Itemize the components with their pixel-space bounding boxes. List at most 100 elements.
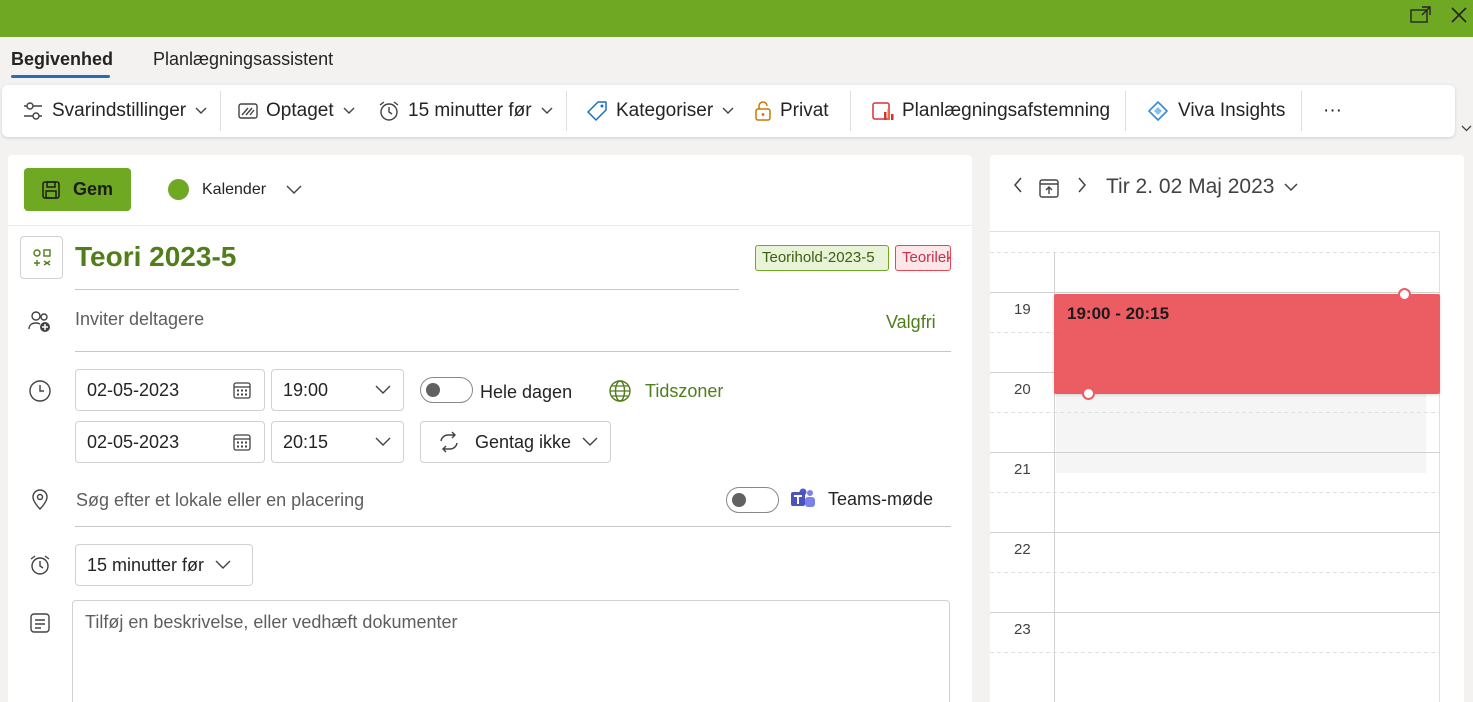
location-input[interactable]: Søg efter et lokale eller en placering: [76, 490, 364, 511]
teams-meeting: Teams-møde: [790, 487, 933, 511]
ribbon-separator: [1125, 91, 1126, 131]
title-bar: [0, 0, 1473, 37]
timezones-button[interactable]: Tidszoner: [608, 379, 723, 403]
event-icon-picker[interactable]: [20, 236, 63, 279]
more-options-label: ···: [1323, 100, 1342, 121]
close-icon[interactable]: [1446, 4, 1472, 26]
day-time-grid: 19 20 21 22 23 19:00 - 20:15: [990, 231, 1440, 702]
event-title-input[interactable]: Teori 2023-5: [75, 241, 236, 273]
reminder-button[interactable]: 15 minutter før: [378, 85, 553, 137]
start-time-value: 19:00: [283, 379, 329, 400]
ribbon-separator: [850, 91, 851, 131]
category-tag[interactable]: Teorihold-2023-5: [755, 245, 889, 271]
location-pin-icon: [28, 487, 52, 516]
chevron-left-icon: [1014, 177, 1022, 193]
hour-line: [990, 612, 1440, 613]
description-placeholder: Tilføj en beskrivelse, eller vedhæft dok…: [85, 612, 458, 632]
title-underline: [75, 289, 739, 290]
alarm-clock-icon: [28, 553, 52, 582]
ribbon-expand-chevron-icon[interactable]: [1461, 120, 1472, 138]
repeat-label: Gentag ikke: [475, 431, 572, 452]
popout-icon[interactable]: [1408, 4, 1434, 26]
more-options-button[interactable]: ···: [1323, 85, 1342, 137]
alarm-clock-icon: [379, 101, 399, 121]
calendar-label: Kalender: [202, 180, 267, 198]
half-hour-line: [990, 412, 1440, 413]
timezones-label: Tidszoner: [645, 380, 724, 401]
tab-planlaegningsassistent[interactable]: Planlægningsassistent: [153, 49, 333, 70]
calendar-event-block[interactable]: 19:00 - 20:15: [1054, 288, 1440, 400]
repeat-icon: [440, 431, 458, 453]
save-button[interactable]: Gem: [24, 168, 131, 211]
invite-attendees-input[interactable]: Inviter deltagere: [75, 309, 204, 330]
date-picker-dropdown[interactable]: Tir 2. 02 Maj 2023: [1106, 175, 1299, 199]
clock-icon: [28, 379, 52, 408]
categorize-button[interactable]: Kategoriser: [586, 85, 734, 137]
end-time-field[interactable]: 20:15: [271, 421, 404, 463]
resize-handle-top[interactable]: [1398, 288, 1411, 301]
half-hour-line: [990, 572, 1440, 573]
end-date-field[interactable]: 02-05-2023: [75, 421, 265, 463]
scheduling-poll-label: Planlægningsafstemning: [902, 100, 1111, 121]
chevron-down-icon: [541, 107, 553, 114]
notes-icon: [28, 611, 52, 640]
calendar-icon: [233, 434, 251, 451]
viva-insights-label: Viva Insights: [1178, 100, 1286, 121]
reminder-dropdown[interactable]: 15 minutter før: [75, 544, 253, 586]
category-tag[interactable]: Teorilek: [895, 245, 951, 271]
scheduling-poll-button[interactable]: Planlægningsafstemning: [872, 85, 1110, 137]
private-label: Privat: [780, 100, 829, 121]
end-date-value: 02-05-2023: [87, 431, 180, 452]
event-form-panel: Gem Kalender Teori 2023-5 Teorihold-2023…: [8, 155, 972, 702]
chevron-down-icon: [375, 385, 391, 394]
reminder-value: 15 minutter før: [87, 554, 205, 575]
next-day-button[interactable]: [1072, 177, 1092, 193]
hour-line: [990, 452, 1440, 453]
hour-label: 20: [1014, 381, 1031, 398]
previous-day-button[interactable]: [1008, 177, 1028, 193]
all-day-toggle[interactable]: [420, 377, 473, 403]
teams-label: Teams-møde: [828, 488, 934, 509]
calendar-color-dot: [168, 179, 189, 200]
calendar-picker[interactable]: Kalender: [168, 179, 302, 200]
today-icon: [1039, 179, 1059, 198]
event-time-label: 19:00 - 20:15: [1067, 304, 1170, 323]
show-as-button[interactable]: Optaget: [238, 85, 355, 137]
chevron-down-icon: [215, 560, 231, 569]
half-hour-line: [990, 252, 1440, 253]
hour-line: [990, 532, 1440, 533]
chevron-right-icon: [1078, 177, 1086, 193]
chevron-down-icon: [343, 107, 355, 114]
globe-icon: [609, 380, 631, 402]
toggle-knob: [732, 493, 746, 507]
response-options-label: Svarindstillinger: [52, 100, 187, 121]
hour-label: 21: [1014, 461, 1031, 478]
viva-insights-button[interactable]: Viva Insights: [1146, 85, 1285, 137]
show-as-label: Optaget: [266, 100, 334, 121]
chevron-down-icon: [722, 107, 734, 114]
go-to-today-button[interactable]: [1036, 177, 1062, 199]
optional-attendees-link[interactable]: Valgfri: [886, 312, 936, 333]
response-options-button[interactable]: Svarindstillinger: [22, 85, 207, 137]
chevron-down-icon: [195, 107, 207, 114]
teams-meeting-toggle[interactable]: [726, 487, 779, 513]
save-label: Gem: [73, 179, 114, 199]
day-view-panel: Tir 2. 02 Maj 2023 19 20 21 22 23 19:00 …: [990, 155, 1464, 702]
tag-icon: [587, 101, 607, 121]
tab-begivenhed[interactable]: Begivenhed: [11, 49, 113, 70]
sliders-icon: [24, 102, 42, 120]
repeat-dropdown[interactable]: Gentag ikke: [420, 421, 611, 463]
description-editor[interactable]: Tilføj en beskrivelse, eller vedhæft dok…: [72, 600, 950, 702]
scheduling-poll-icon: [872, 102, 894, 120]
divider: [75, 351, 951, 352]
private-button[interactable]: Privat: [754, 85, 829, 137]
start-time-field[interactable]: 19:00: [271, 369, 404, 411]
half-hour-line: [990, 492, 1440, 493]
current-date-label: Tir 2. 02 Maj 2023: [1106, 175, 1275, 198]
start-date-field[interactable]: 02-05-2023: [75, 369, 265, 411]
active-tab-indicator: [11, 75, 110, 78]
categorize-label: Kategoriser: [616, 100, 714, 121]
teams-icon: [791, 488, 815, 507]
resize-handle-bottom[interactable]: [1082, 387, 1095, 400]
ribbon-separator: [1301, 91, 1302, 131]
